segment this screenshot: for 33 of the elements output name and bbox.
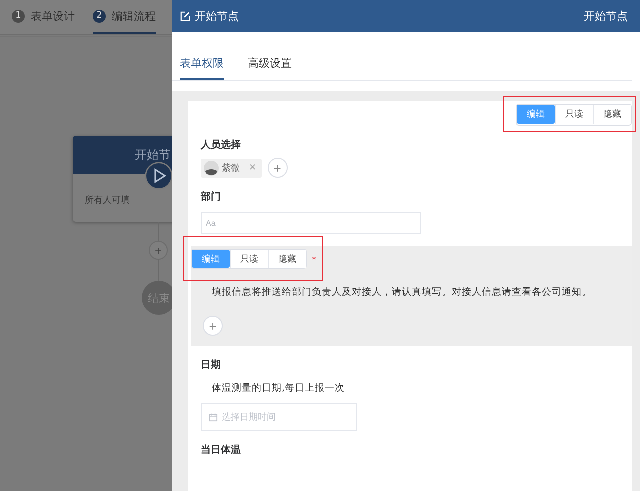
field-description: 体温测量的日期,每日上报一次 xyxy=(211,382,346,396)
permission-option[interactable]: 隐藏 xyxy=(268,250,306,268)
add-button[interactable]: + xyxy=(203,316,223,336)
date-placeholder: 选择日期时间 xyxy=(222,412,276,424)
section-description: 填报信息将推送给部门负责人及对接人，请认真填写。对接人信息请查看各公司通知。 xyxy=(211,286,593,299)
step-number: 2 xyxy=(93,10,106,22)
start-node-card[interactable]: 开始节 所有人可填 xyxy=(73,136,172,222)
field-label: 人员选择 xyxy=(201,138,242,153)
step-label: 编辑流程 xyxy=(112,8,156,24)
tab[interactable]: 表单权限 xyxy=(180,52,224,80)
step-tab[interactable]: 2 编辑流程 xyxy=(93,0,156,34)
step-number: 1 xyxy=(12,10,25,22)
tab[interactable]: 高级设置 xyxy=(248,52,292,80)
avatar-icon xyxy=(204,160,219,176)
add-member-button[interactable]: + xyxy=(268,158,288,178)
permission-option[interactable]: 编辑 xyxy=(192,250,230,268)
drawer-title: 开始节点 xyxy=(195,8,239,24)
member-name: 紫微 xyxy=(222,162,240,174)
step-label: 表单设计 xyxy=(31,8,75,24)
permission-option[interactable]: 隐藏 xyxy=(593,105,631,124)
calendar-icon xyxy=(209,412,218,422)
node-name: 开始节点 xyxy=(584,8,628,24)
permission-option[interactable]: 编辑 xyxy=(517,105,555,124)
department-field[interactable]: Aa xyxy=(201,212,421,234)
member-chip[interactable]: 紫微 × xyxy=(201,158,262,178)
field-label: 当日体温 xyxy=(201,444,242,458)
field-label: 部门 xyxy=(201,190,222,205)
edit-icon xyxy=(180,10,191,22)
step-tab[interactable]: 1 表单设计 xyxy=(12,0,75,34)
node-subtitle: 所有人可填 xyxy=(85,194,130,207)
play-icon xyxy=(145,162,172,190)
required-mark: * xyxy=(312,256,316,266)
field-label: 日期 xyxy=(201,358,222,373)
